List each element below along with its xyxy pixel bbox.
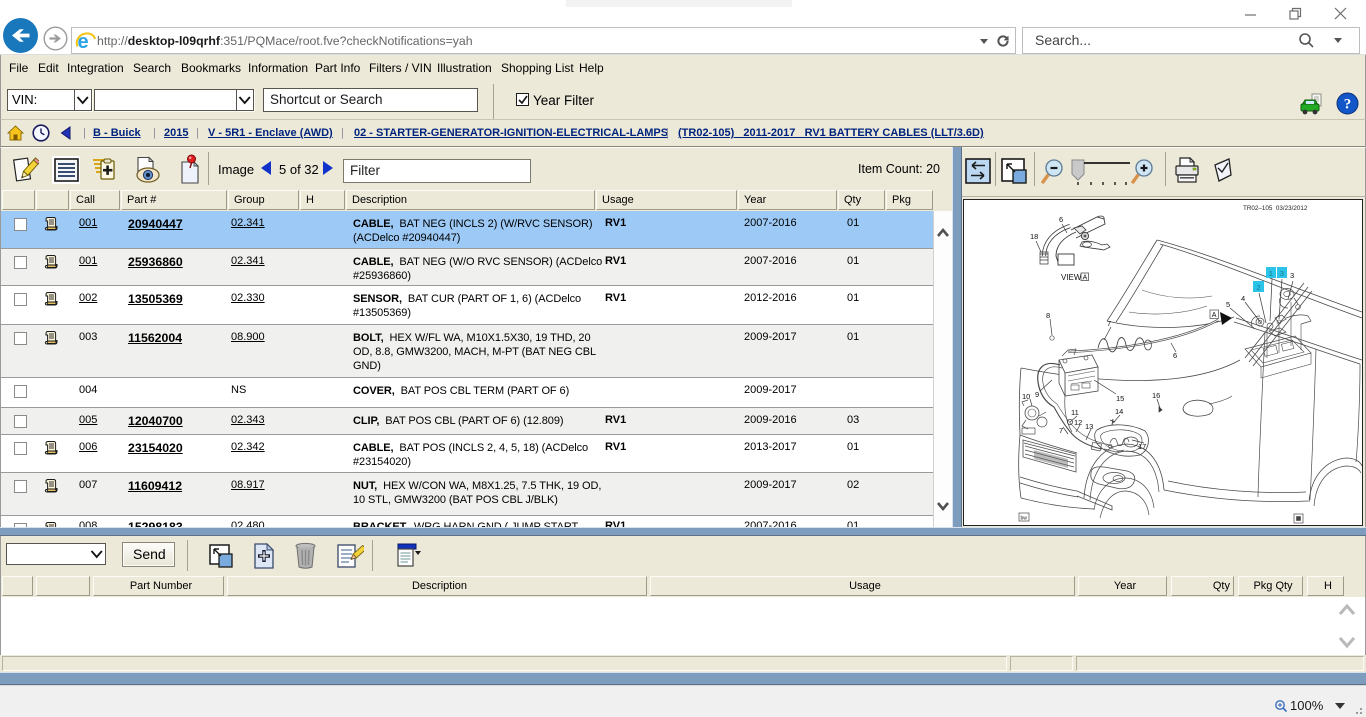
svg-text:3: 3: [1290, 271, 1294, 280]
svg-text:11: 11: [1071, 408, 1079, 417]
svg-text:7: 7: [1059, 426, 1063, 435]
svg-text:7: 7: [1107, 319, 1111, 328]
svg-text:e: e: [78, 31, 89, 52]
svg-text:15: 15: [1116, 394, 1124, 403]
svg-text:3: 3: [1280, 269, 1284, 278]
svg-text:TR02–105 03/23/2012: TR02–105 03/23/2012: [1243, 205, 1308, 212]
svg-text:A: A: [1212, 312, 1217, 319]
svg-text:VIEW: VIEW: [1061, 273, 1082, 282]
svg-text:18: 18: [1030, 232, 1038, 241]
svg-text:6: 6: [1059, 215, 1063, 224]
svg-text:8: 8: [1046, 311, 1050, 320]
svg-text:10: 10: [1022, 392, 1030, 401]
svg-text:13: 13: [1085, 422, 1093, 431]
svg-text:A: A: [1083, 275, 1088, 282]
svg-text:6: 6: [1173, 351, 1177, 360]
svg-text:?: ?: [1344, 97, 1352, 113]
svg-text:9: 9: [1035, 390, 1039, 399]
svg-text:16: 16: [1152, 391, 1160, 400]
svg-text:2: 2: [1257, 283, 1261, 292]
svg-text:12: 12: [1074, 418, 1082, 427]
svg-text:17: 17: [1138, 442, 1146, 451]
svg-text:bw: bw: [1021, 516, 1028, 522]
svg-text:14: 14: [1115, 407, 1123, 416]
svg-text:5: 5: [1226, 300, 1230, 309]
svg-text:4: 4: [1241, 294, 1245, 303]
svg-text:1: 1: [1269, 269, 1273, 278]
